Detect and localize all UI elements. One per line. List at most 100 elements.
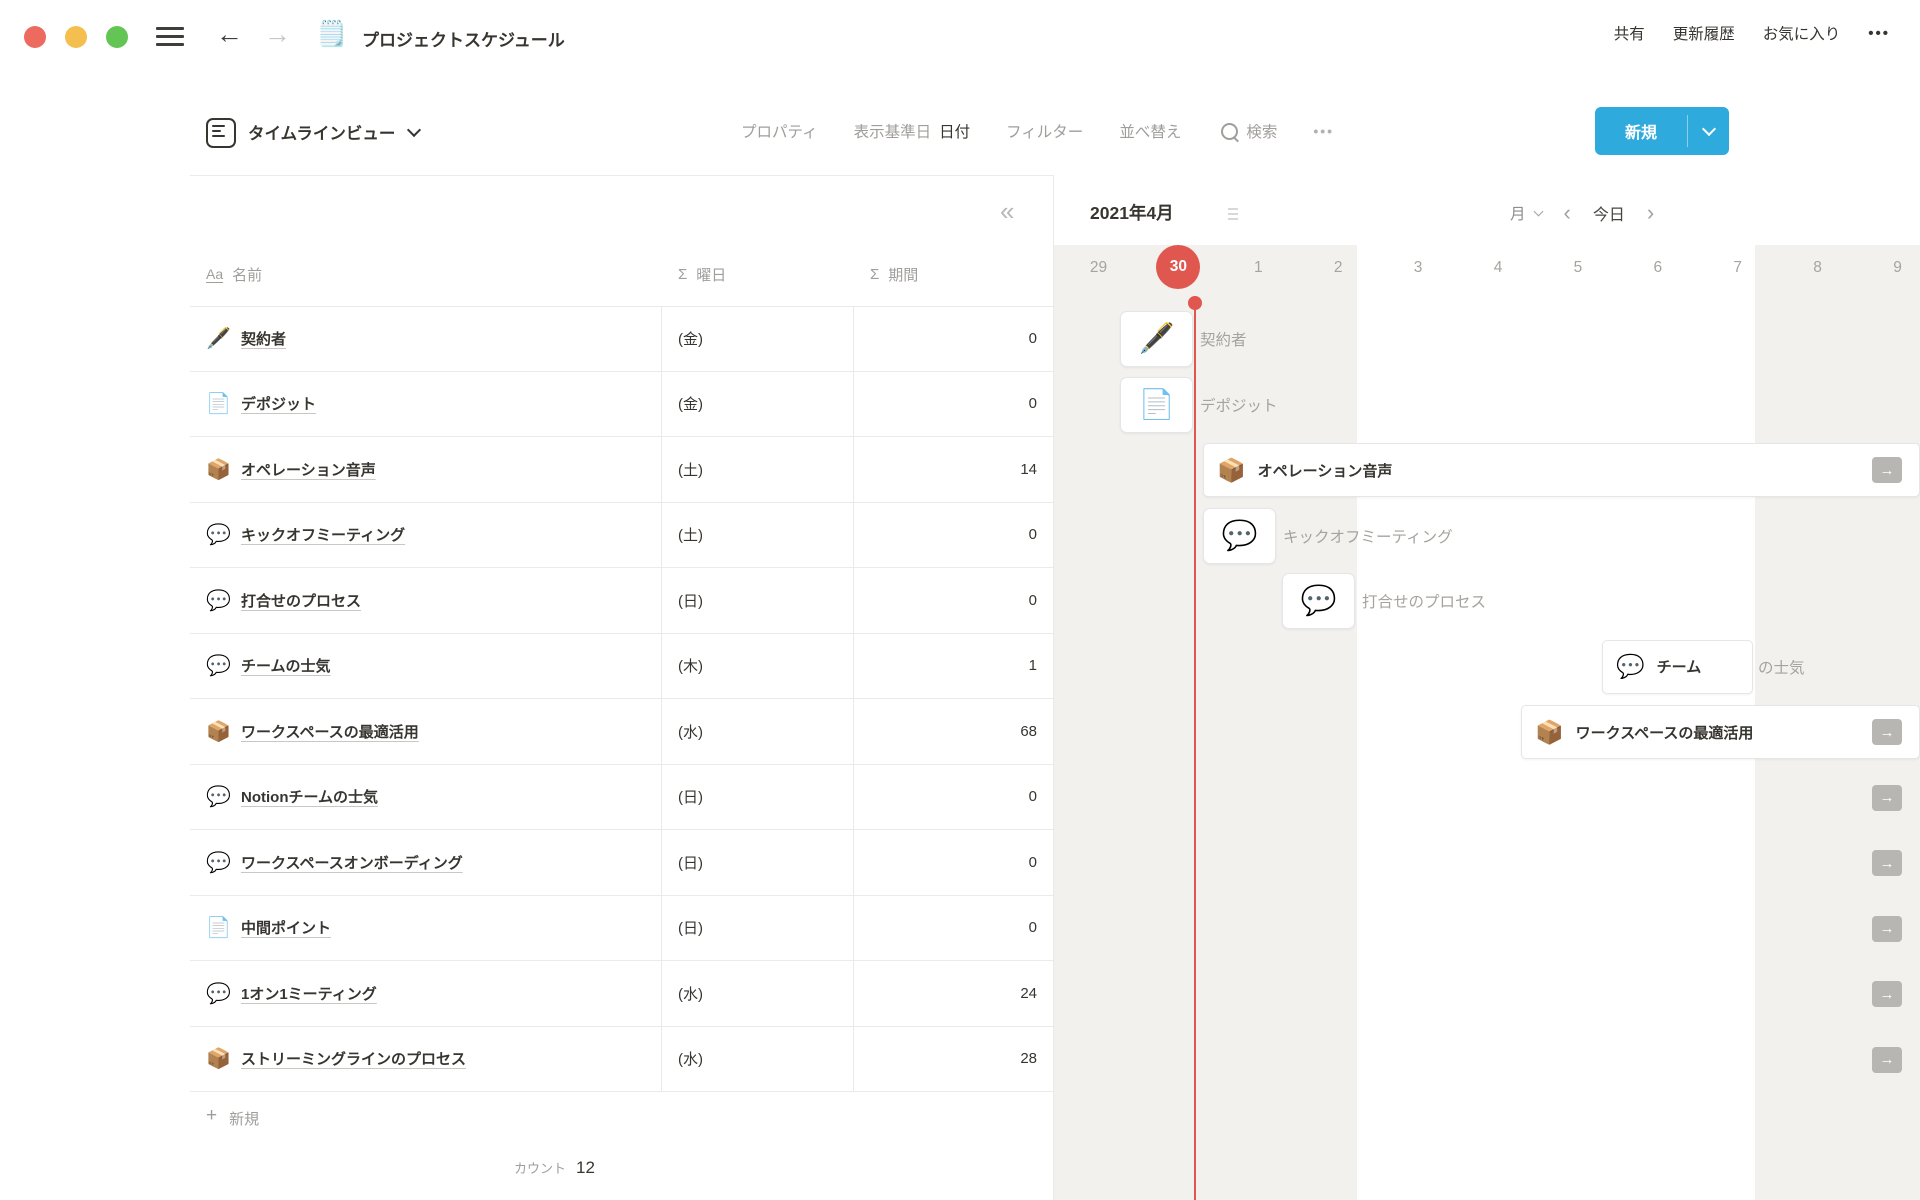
row-name-link[interactable]: キックオフミーティング	[241, 524, 405, 545]
name-cell[interactable]: 📄デポジット	[190, 372, 661, 437]
table-row[interactable]: 🖋️契約者(金)0	[190, 306, 1053, 372]
row-name-link[interactable]: 打合せのプロセス	[241, 590, 361, 611]
day-cell[interactable]: (日)	[661, 765, 853, 830]
duration-cell[interactable]: 0	[853, 306, 1053, 371]
row-name-link[interactable]: ワークスペースオンボーディング	[241, 852, 463, 873]
share-button[interactable]: 共有	[1614, 22, 1645, 44]
row-name-link[interactable]: オペレーション音声	[241, 459, 376, 480]
today-button[interactable]: 今日	[1593, 201, 1625, 225]
timeline-item-bar[interactable]: 💬チーム	[1602, 640, 1753, 694]
scroll-to-item-arrow-button[interactable]: →	[1872, 981, 1902, 1007]
duration-cell[interactable]: 0	[853, 372, 1053, 437]
duration-cell[interactable]: 0	[853, 503, 1053, 568]
new-button[interactable]: 新規	[1595, 107, 1729, 155]
timeline-item-card[interactable]: 💬	[1203, 508, 1276, 564]
table-row[interactable]: 📦ストリーミングラインのプロセス(水)28	[190, 1027, 1053, 1093]
scroll-to-item-arrow-button[interactable]: →	[1872, 457, 1902, 483]
date-label[interactable]: 29	[1077, 253, 1121, 283]
table-row[interactable]: 💬1オン1ミーティング(水)24	[190, 961, 1053, 1027]
date-label[interactable]: 2	[1316, 253, 1360, 283]
filter-menu-item[interactable]: フィルター	[1006, 120, 1083, 142]
timeline-item-card[interactable]: 📄	[1120, 377, 1193, 433]
duration-cell[interactable]: 28	[853, 1027, 1053, 1092]
row-name-link[interactable]: 中間ポイント	[241, 917, 331, 938]
row-name-link[interactable]: 契約者	[241, 328, 286, 349]
scroll-to-item-arrow-button[interactable]: →	[1872, 916, 1902, 942]
date-label[interactable]: 8	[1796, 253, 1840, 283]
timeline-item-card[interactable]: 💬	[1282, 573, 1355, 629]
zoom-window-button[interactable]	[106, 26, 128, 48]
row-name-link[interactable]: Notionチームの士気	[241, 786, 378, 807]
day-cell[interactable]: (日)	[661, 830, 853, 895]
favorite-button[interactable]: お気に入り	[1763, 22, 1841, 44]
name-cell[interactable]: 📦ストリーミングラインのプロセス	[190, 1027, 661, 1092]
date-label[interactable]: 9	[1876, 253, 1920, 283]
column-header-duration[interactable]: Σ 期間	[870, 252, 918, 296]
timeline-item-bar[interactable]: 📦オペレーション音声	[1203, 443, 1920, 497]
name-cell[interactable]: 📄中間ポイント	[190, 896, 661, 961]
date-label[interactable]: 3	[1396, 253, 1440, 283]
collapse-table-icon[interactable]: «	[1000, 198, 1014, 224]
date-label[interactable]: 6	[1636, 253, 1680, 283]
duration-cell[interactable]: 0	[853, 568, 1053, 633]
page-title[interactable]: プロジェクトスケジュール	[362, 26, 565, 51]
pane-divider[interactable]	[1053, 175, 1054, 1200]
table-row[interactable]: 💬Notionチームの士気(日)0	[190, 765, 1053, 831]
forward-arrow-icon[interactable]: →	[264, 21, 291, 48]
date-label[interactable]: 4	[1476, 253, 1520, 283]
sort-menu-item[interactable]: 並べ替え	[1119, 120, 1181, 142]
column-header-name[interactable]: Aa 名前	[206, 252, 262, 296]
day-cell[interactable]: (木)	[661, 634, 853, 699]
row-name-link[interactable]: デポジット	[241, 393, 316, 414]
name-cell[interactable]: 💬打合せのプロセス	[190, 568, 661, 633]
day-cell[interactable]: (土)	[661, 503, 853, 568]
duration-cell[interactable]: 24	[853, 961, 1053, 1026]
view-switcher[interactable]: タイムラインビュー	[248, 120, 419, 144]
search-menu-item[interactable]: 検索	[1221, 120, 1277, 142]
name-cell[interactable]: 💬Notionチームの士気	[190, 765, 661, 830]
table-row[interactable]: 📦ワークスペースの最適活用(水)68	[190, 699, 1053, 765]
properties-menu-item[interactable]: プロパティ	[741, 120, 818, 142]
close-window-button[interactable]	[24, 26, 46, 48]
date-basis-menu-item[interactable]: 表示基準日日付	[854, 120, 971, 142]
table-row[interactable]: 📄中間ポイント(日)0	[190, 896, 1053, 962]
duration-cell[interactable]: 0	[853, 896, 1053, 961]
row-name-link[interactable]: チームの士気	[241, 655, 331, 676]
name-cell[interactable]: 🖋️契約者	[190, 306, 661, 371]
back-arrow-icon[interactable]: ←	[216, 21, 243, 48]
table-row[interactable]: 📦オペレーション音声(土)14	[190, 437, 1053, 503]
table-row[interactable]: 💬キックオフミーティング(土)0	[190, 503, 1053, 569]
date-label[interactable]: 5	[1556, 253, 1600, 283]
row-name-link[interactable]: ストリーミングラインのプロセス	[241, 1048, 466, 1069]
new-dropdown-button[interactable]	[1688, 107, 1729, 155]
timeline-scale-selector[interactable]: 月	[1510, 202, 1542, 224]
day-cell[interactable]: (水)	[661, 699, 853, 764]
table-row[interactable]: 💬打合せのプロセス(日)0	[190, 568, 1053, 634]
day-cell[interactable]: (土)	[661, 437, 853, 502]
day-cell[interactable]: (日)	[661, 568, 853, 633]
name-cell[interactable]: 📦ワークスペースの最適活用	[190, 699, 661, 764]
day-cell[interactable]: (水)	[661, 1027, 853, 1092]
name-cell[interactable]: 💬ワークスペースオンボーディング	[190, 830, 661, 895]
view-more-options-icon[interactable]: •••	[1313, 123, 1334, 139]
timeline-view-icon[interactable]	[206, 118, 236, 148]
update-history-button[interactable]: 更新履歴	[1673, 22, 1735, 44]
name-cell[interactable]: 💬1オン1ミーティング	[190, 961, 661, 1026]
previous-period-button[interactable]: ‹	[1564, 202, 1571, 224]
scroll-to-item-arrow-button[interactable]: →	[1872, 719, 1902, 745]
timeline-item-bar[interactable]: 📦ワークスペースの最適活用	[1521, 705, 1920, 759]
row-name-link[interactable]: 1オン1ミーティング	[241, 983, 377, 1004]
scroll-to-item-arrow-button[interactable]: →	[1872, 1047, 1902, 1073]
more-options-icon[interactable]: •••	[1868, 25, 1890, 42]
table-row[interactable]: 💬ワークスペースオンボーディング(日)0	[190, 830, 1053, 896]
name-cell[interactable]: 📦オペレーション音声	[190, 437, 661, 502]
date-label[interactable]: 1	[1236, 253, 1280, 283]
duration-cell[interactable]: 1	[853, 634, 1053, 699]
day-cell[interactable]: (金)	[661, 372, 853, 437]
duration-cell[interactable]: 14	[853, 437, 1053, 502]
day-cell[interactable]: (水)	[661, 961, 853, 1026]
row-name-link[interactable]: ワークスペースの最適活用	[241, 721, 419, 742]
duration-cell[interactable]: 0	[853, 765, 1053, 830]
column-header-day[interactable]: Σ 曜日	[678, 252, 726, 296]
minimize-window-button[interactable]	[65, 26, 87, 48]
